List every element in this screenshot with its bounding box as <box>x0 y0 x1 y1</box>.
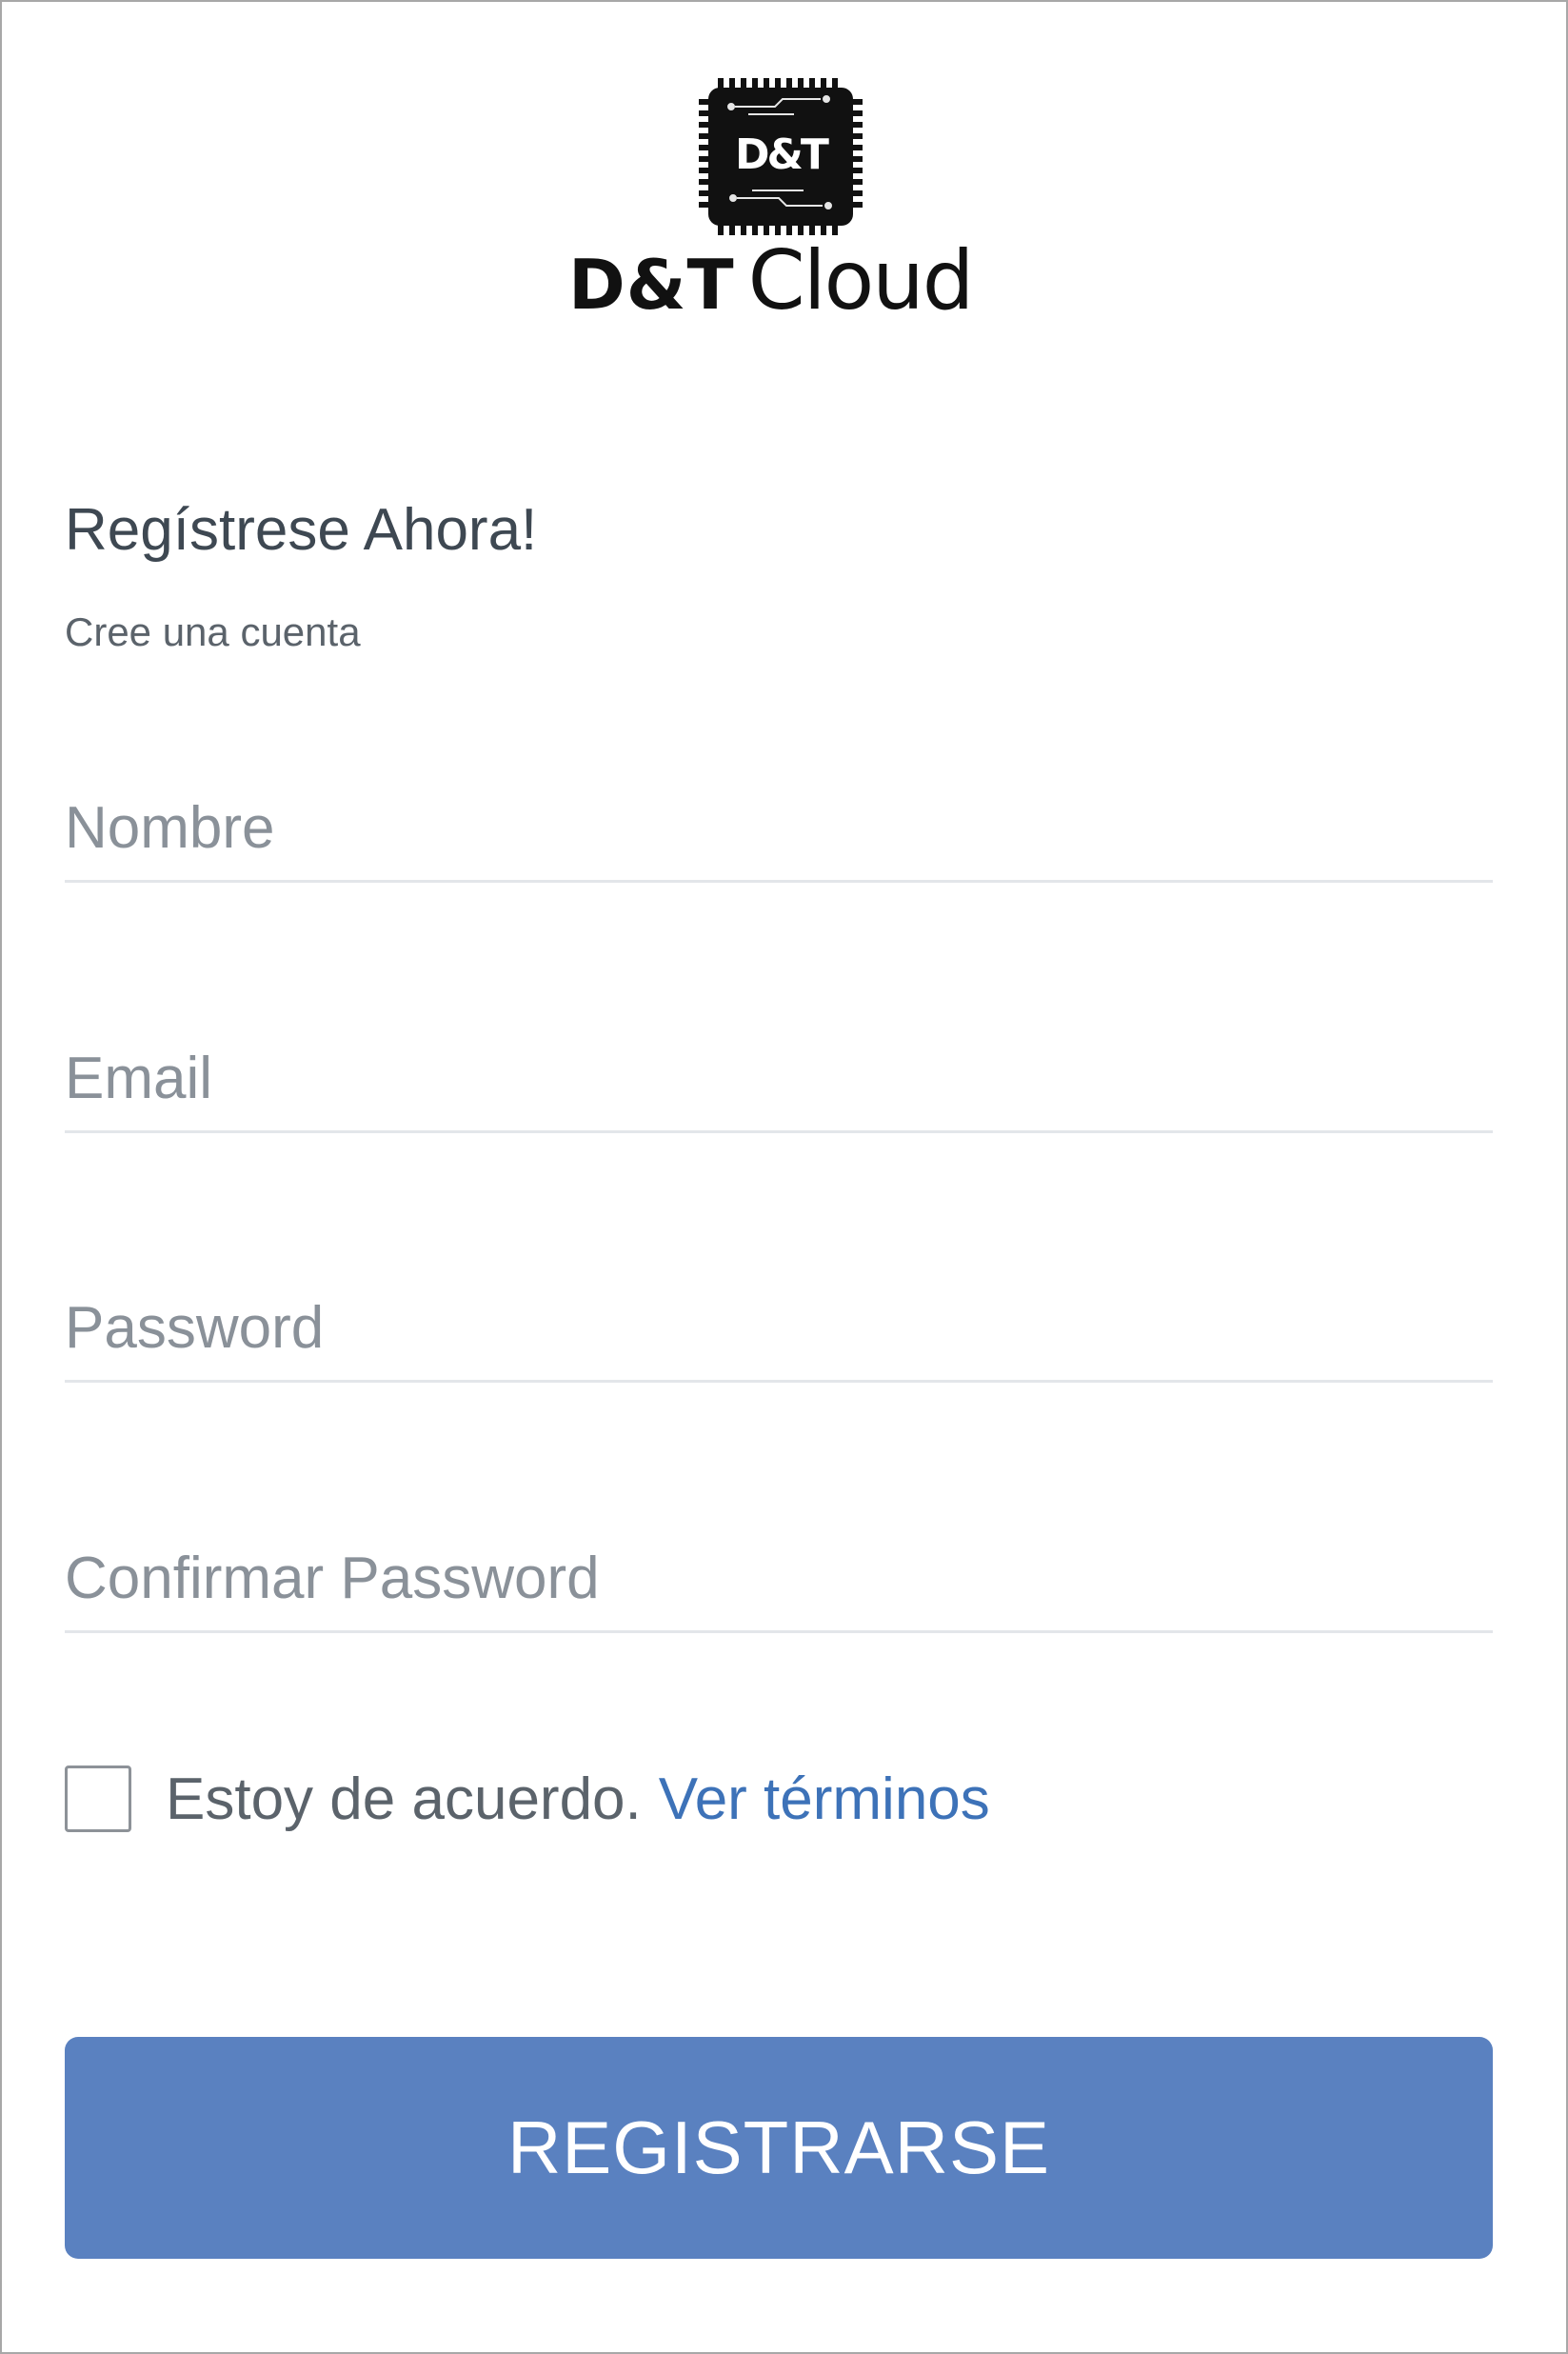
email-field-wrapper <box>65 1026 1493 1133</box>
password-input[interactable] <box>65 1275 1493 1380</box>
terms-checkbox[interactable] <box>65 1766 131 1832</box>
page-subtitle: Cree una cuenta <box>65 609 361 654</box>
terms-agreement-row: Estoy de acuerdo. Ver términos <box>65 1764 990 1834</box>
view-terms-link[interactable]: Ver términos <box>659 1766 990 1833</box>
register-button[interactable]: REGISTRARSE <box>65 2037 1493 2259</box>
confirm-password-input[interactable] <box>65 1526 1493 1630</box>
confirm-password-field-wrapper <box>65 1526 1493 1633</box>
brand-wordmark-light: Cloud <box>747 233 975 329</box>
signup-screen: D&T D&T Cloud Regístrese Ahora! Cree una … <box>0 0 1568 2354</box>
chip-logo-text: D&T <box>735 130 829 179</box>
brand-logo: D&T D&T Cloud <box>568 78 997 329</box>
brand-wordmark-strong: D&T <box>568 245 735 325</box>
name-field-wrapper <box>65 775 1493 883</box>
email-input[interactable] <box>65 1026 1493 1130</box>
terms-agreement-label: Estoy de acuerdo. <box>166 1766 642 1832</box>
page-title: Regístrese Ahora! <box>65 497 538 563</box>
password-field-wrapper <box>65 1275 1493 1383</box>
name-input[interactable] <box>65 775 1493 880</box>
brand-wordmark: D&T Cloud <box>568 233 997 352</box>
